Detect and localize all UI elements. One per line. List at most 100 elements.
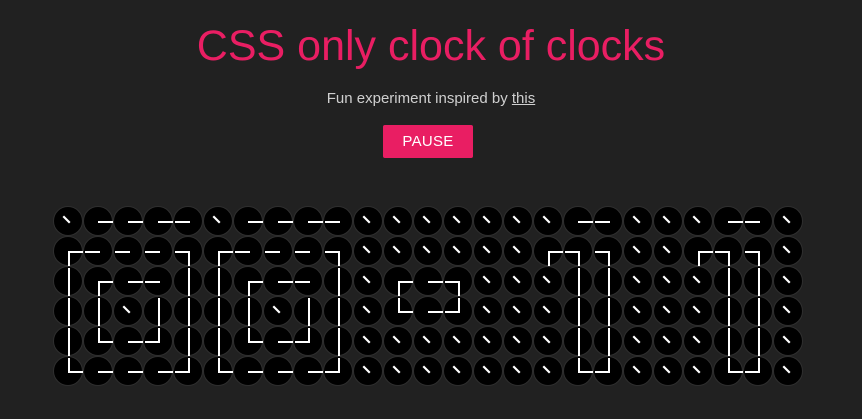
clock-face	[293, 296, 323, 326]
clock-face	[653, 296, 683, 326]
clock-face	[593, 206, 623, 236]
clock-face	[443, 206, 473, 236]
clock-hand	[512, 215, 521, 224]
clock-hand	[578, 298, 580, 313]
clock-face	[143, 236, 173, 266]
clock-hand	[392, 335, 401, 344]
page: CSS only clock of clocks Fun experiment …	[0, 0, 862, 419]
clock-face	[683, 206, 713, 236]
clock-hand	[338, 268, 340, 283]
clock-hand	[188, 298, 190, 313]
clock-face	[443, 236, 473, 266]
clock-hand	[98, 311, 100, 326]
clock-hand	[68, 268, 70, 283]
clock-face	[593, 236, 623, 266]
clock-face	[623, 326, 653, 356]
clock-hand	[512, 275, 521, 284]
clock-hand	[662, 305, 671, 314]
clock-hand	[362, 335, 371, 344]
clock-face	[443, 266, 473, 296]
clock-face	[593, 266, 623, 296]
clock-hand	[662, 245, 671, 254]
clock-face	[473, 206, 503, 236]
clock-face	[353, 356, 383, 386]
clock-hand	[422, 245, 431, 254]
clock-hand	[758, 281, 760, 296]
clock-face	[53, 356, 83, 386]
clock-hand	[422, 335, 431, 344]
clock-face	[263, 326, 293, 356]
inspiration-link[interactable]: this	[512, 90, 535, 107]
clock-face	[53, 326, 83, 356]
clock-face	[83, 296, 113, 326]
clock-face	[293, 206, 323, 236]
clock-face	[563, 206, 593, 236]
clock-hand	[458, 298, 460, 313]
clock-hand	[188, 281, 190, 296]
clock-hand	[398, 311, 413, 313]
clock-hand	[218, 328, 220, 343]
clock-hand	[188, 268, 190, 283]
clock-hand	[278, 281, 293, 283]
clock-hand	[728, 341, 730, 356]
clock-face	[143, 266, 173, 296]
clock-hand	[68, 251, 70, 266]
clock-hand	[758, 328, 760, 343]
clock-hand	[578, 251, 580, 266]
clock-hand	[295, 281, 310, 283]
clock-hand	[308, 311, 310, 326]
clock-face	[533, 266, 563, 296]
clock-face	[233, 296, 263, 326]
clock-hand	[308, 298, 310, 313]
clock-face	[623, 236, 653, 266]
clock-face	[713, 236, 743, 266]
clock-face	[113, 296, 143, 326]
pause-button[interactable]: PAUSE	[383, 125, 473, 158]
clock-face	[413, 326, 443, 356]
clock-hand	[608, 328, 610, 343]
clock-face	[473, 356, 503, 386]
clock-face	[443, 356, 473, 386]
clock-hand	[745, 221, 760, 223]
clock-face	[563, 326, 593, 356]
clock-face	[503, 296, 533, 326]
clock-hand	[578, 221, 593, 223]
clock-face	[293, 266, 323, 296]
clock-hand	[578, 371, 593, 373]
clock-face	[263, 356, 293, 386]
clock-face	[173, 296, 203, 326]
clock-face	[203, 266, 233, 296]
clock-face	[653, 236, 683, 266]
clock-hand	[188, 251, 190, 266]
clock-hand	[175, 251, 190, 253]
clock-face	[773, 206, 803, 236]
clock-hand	[422, 215, 431, 224]
clock-face	[623, 356, 653, 386]
clock-face	[533, 206, 563, 236]
clock-hand	[692, 365, 701, 374]
clock-hand	[98, 298, 100, 313]
clock-hand	[218, 281, 220, 296]
clock-face	[263, 296, 293, 326]
clock-hand	[542, 365, 551, 374]
clock-face	[773, 236, 803, 266]
clock-hand	[145, 281, 160, 283]
clock-hand	[608, 298, 610, 313]
clock-hand	[248, 371, 263, 373]
clock-face	[593, 296, 623, 326]
clock-hand	[698, 251, 700, 266]
clock-hand	[218, 268, 220, 283]
clock-face	[113, 326, 143, 356]
clock-face	[443, 326, 473, 356]
clock-hand	[68, 328, 70, 343]
clock-hand	[782, 215, 791, 224]
clock-face	[743, 296, 773, 326]
clock-face	[653, 206, 683, 236]
clock-hand	[692, 275, 701, 284]
clock-hand	[578, 268, 580, 283]
clock-hand	[728, 221, 743, 223]
clock-face	[83, 236, 113, 266]
clock-hand	[512, 305, 521, 314]
clock-hand	[128, 221, 143, 223]
clock-hand	[392, 245, 401, 254]
